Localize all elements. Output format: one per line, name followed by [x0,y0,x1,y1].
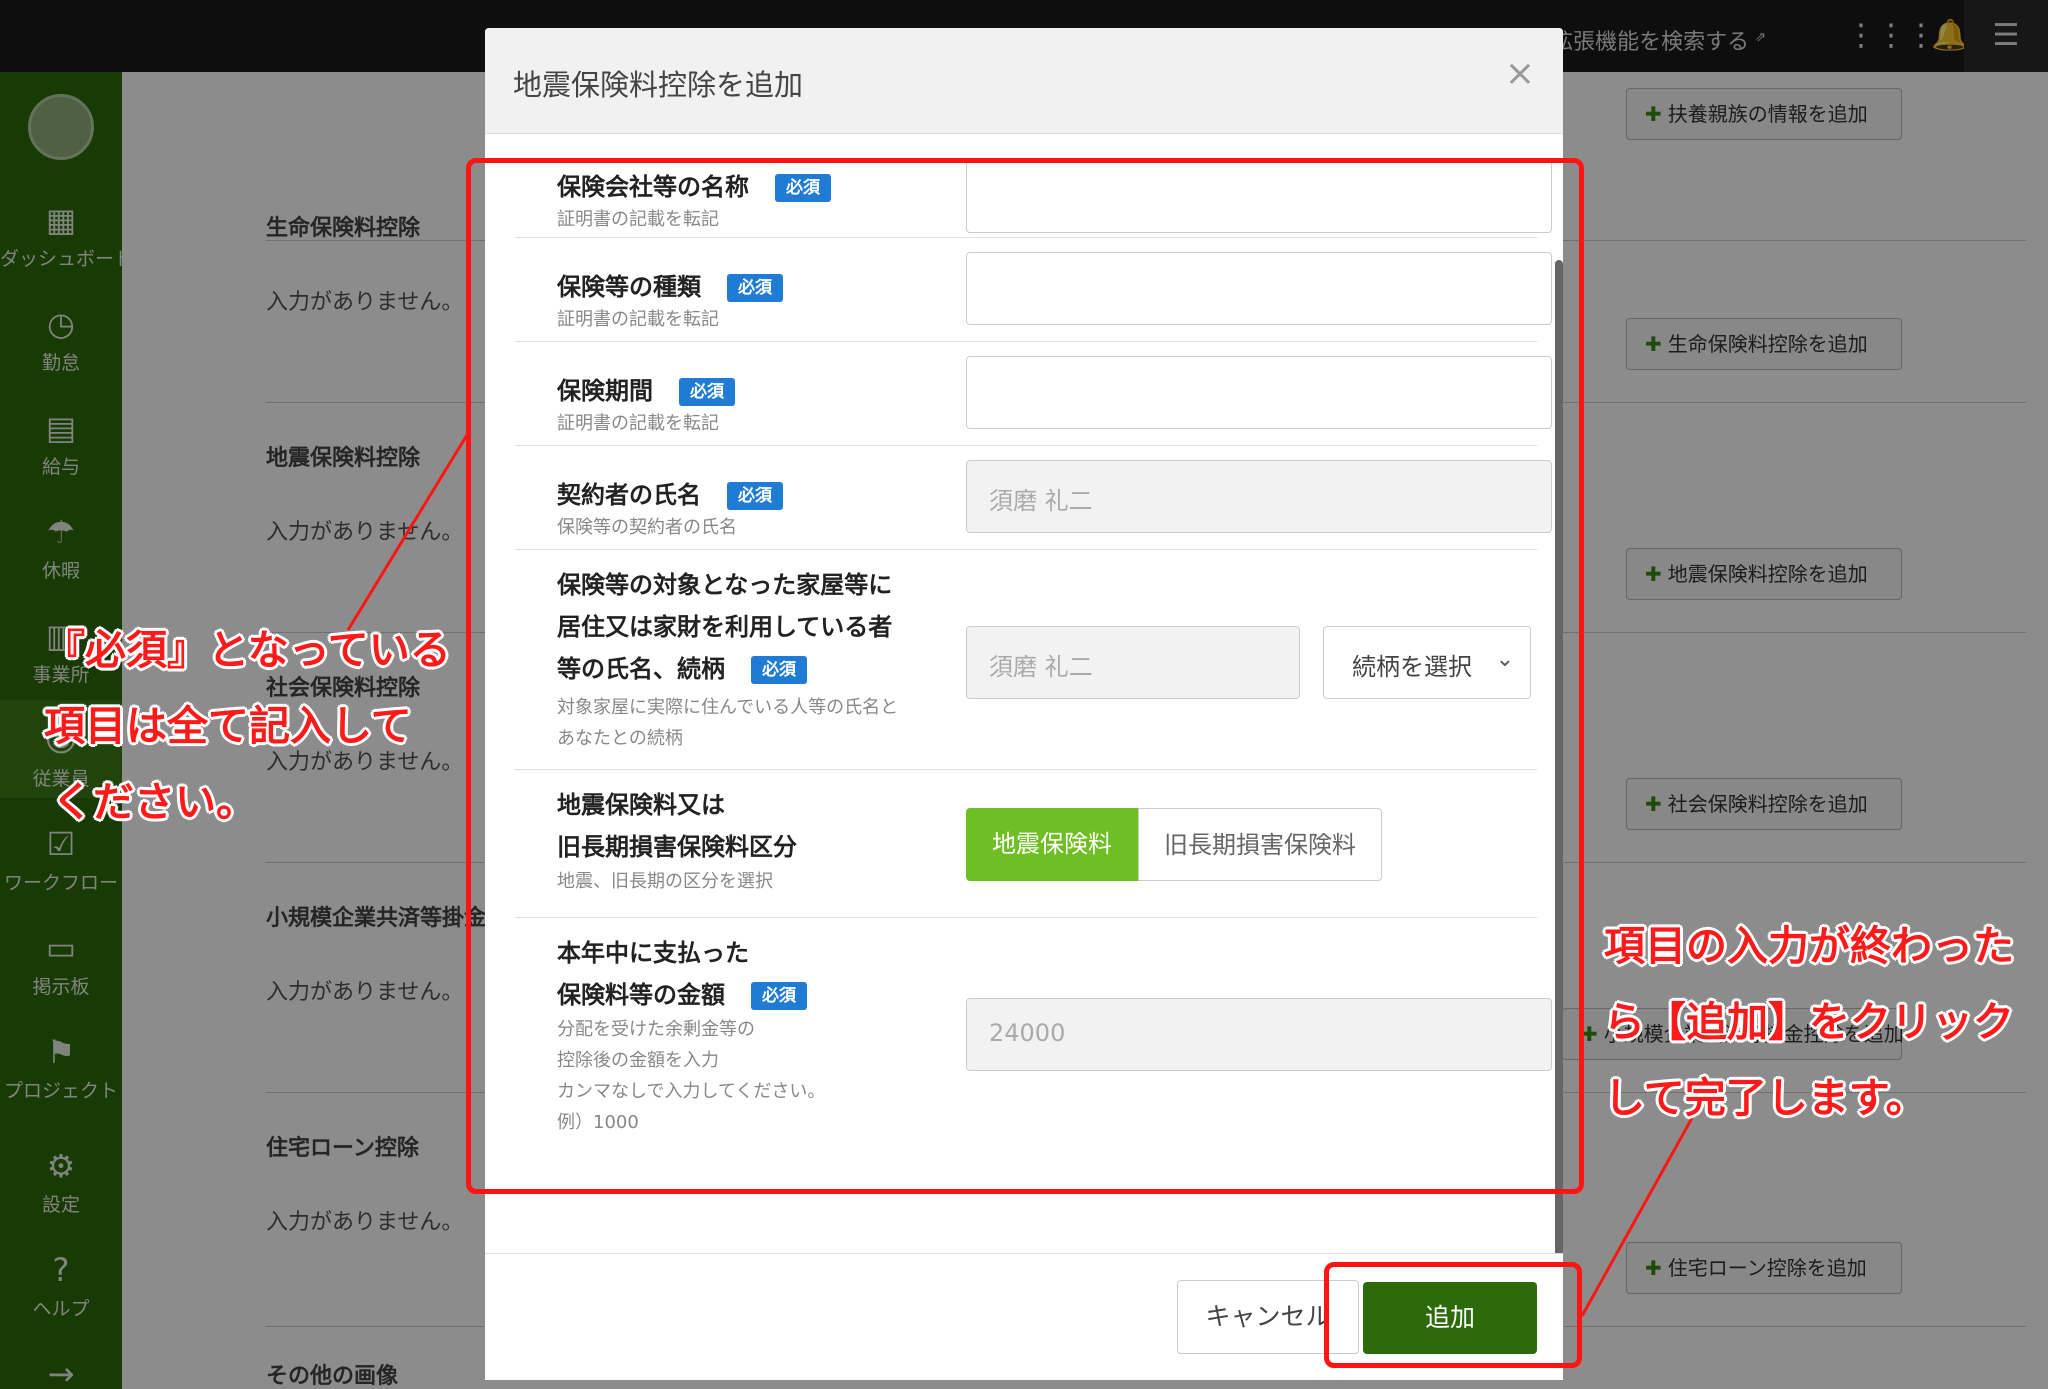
annotation-leader-right [1580,1117,1694,1317]
annotation-submit-note: 項目の入力が終わった ら【追加】をクリック して完了します。 [1604,922,2014,1122]
annotation-leader-left [346,429,472,631]
annotation-required-note: 『必須』となっている 項目は全て記入して ください。 [44,626,451,826]
